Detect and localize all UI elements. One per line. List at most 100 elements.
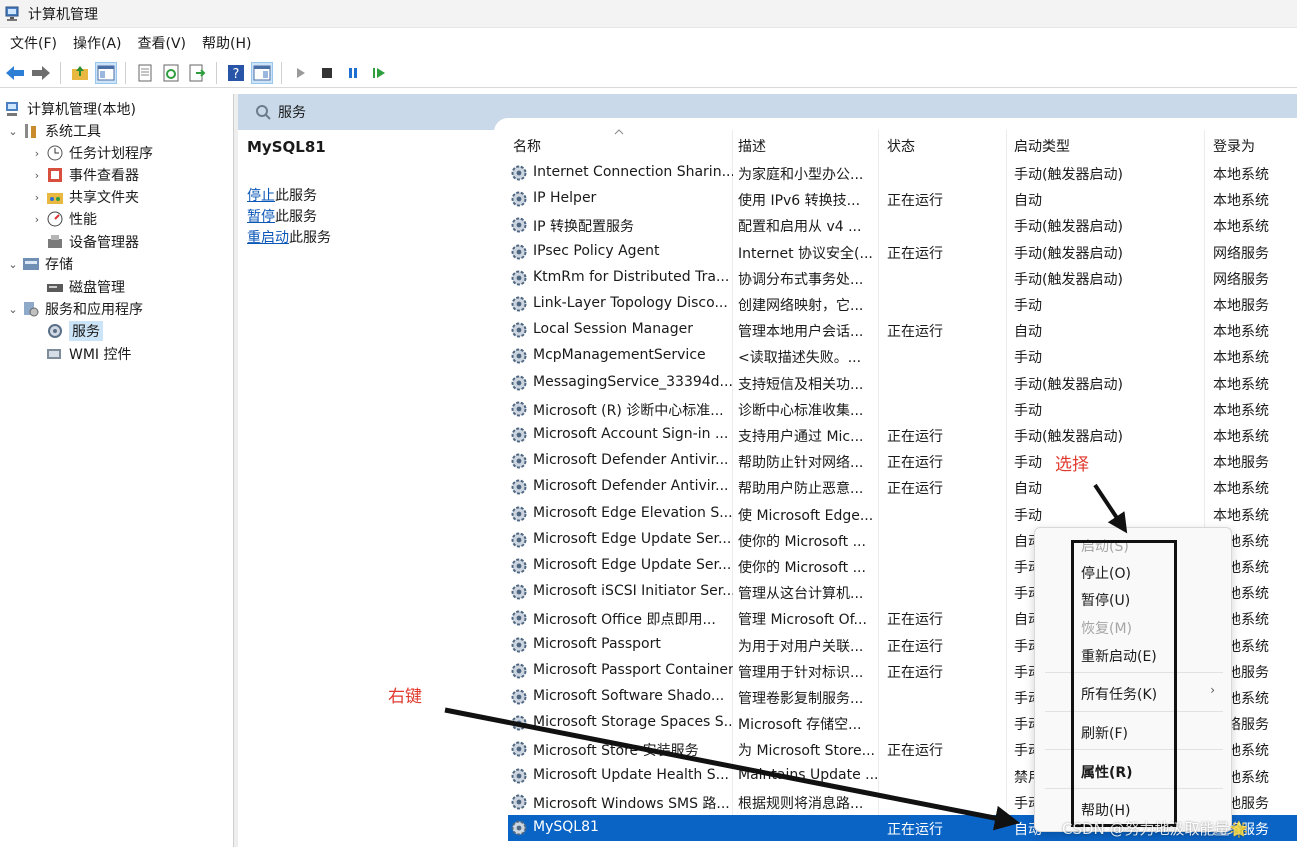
cell-startup-type: 手动(触发器启动) [1014,245,1123,262]
tree-node-label: WMI 控件 [69,347,132,363]
show-action-pane-button[interactable] [251,61,273,84]
cell-startup-type: 自动 [1014,193,1042,210]
service-gear-icon [511,584,527,600]
cell-description: 管理本地用户会话... [738,324,864,341]
cell-description: 支持短信及相关功... [738,376,864,393]
tree-node[interactable]: 服务 [30,320,103,342]
pause-service-link[interactable]: 暂停 [247,209,275,225]
menu-action[interactable]: 操作(A) [67,33,132,53]
menu-view[interactable]: 查看(V) [132,33,197,53]
tree-node[interactable]: › 性能 [30,208,97,230]
menu-file[interactable]: 文件(F) [4,33,67,53]
tree-node[interactable]: 设备管理器 [30,231,139,253]
forward-button[interactable] [30,62,52,84]
collapse-chevron-icon[interactable]: › [30,213,44,226]
collapse-chevron-icon[interactable]: › [30,191,44,204]
cell-status: 正在运行 [887,193,943,210]
cell-name: Microsoft Office 即点即用... [533,612,716,629]
table-row[interactable]: Link-Layer Topology Disco... 创建网络映射，它... 手… [508,291,1297,317]
cell-description: Internet 协议安全(... [738,245,873,262]
table-row[interactable]: IP Helper 使用 IPv6 转换技... 正在运行 自动 本地系统 [508,186,1297,212]
cell-name: Microsoft Passport [533,635,661,652]
cell-startup-type: 手动 [1014,455,1042,472]
properties-toolbar-button[interactable] [134,62,156,84]
services-apps-icon [24,302,39,317]
service-gear-icon [511,244,527,260]
tree-node[interactable]: 磁盘管理 [30,276,125,298]
cell-description: Microsoft 存储空... [738,717,862,734]
cell-log-on-as: 本地系统 [1213,507,1269,524]
table-row[interactable]: Microsoft (R) 诊断中心标准... 诊断中心标准收集... 手动 本地系统 [508,396,1297,422]
tree-node[interactable]: WMI 控件 [30,343,132,365]
restart-service-button[interactable] [368,62,390,84]
svg-text:?: ? [233,67,240,82]
column-header-name[interactable]: 名称 [513,134,541,158]
action-pane-icon [253,65,271,80]
cell-log-on-as: 本地系统 [1213,324,1269,341]
toolbar-separator [125,61,126,84]
cell-startup-type: 手动(触发器启动) [1014,376,1123,393]
tree-node[interactable]: 计算机管理(本地) [2,98,136,120]
cell-log-on-as: 本地系统 [1213,376,1269,393]
expand-chevron-icon[interactable]: ⌄ [6,303,20,316]
table-row[interactable]: IPsec Policy Agent Internet 协议安全(... 正在运行 手… [508,239,1297,265]
tree-node[interactable]: › 事件查看器 [30,164,139,186]
cell-status: 正在运行 [887,664,943,681]
tree-node-label: 共享文件夹 [69,190,139,206]
table-row[interactable]: MessagingService_33394d... 支持短信及相关功... 手动(… [508,370,1297,396]
service-gear-icon [511,479,527,495]
refresh-toolbar-button[interactable] [160,62,182,84]
table-row[interactable]: Microsoft Defender Antivir... 帮助用户防止恶意...… [508,474,1297,500]
cell-startup-type: 手动 [1014,298,1042,314]
start-service-button[interactable] [290,62,312,84]
service-gear-icon [511,296,527,312]
table-row[interactable]: Microsoft Edge Elevation S... 使 Microsoft… [508,501,1297,527]
pause-service-button[interactable] [342,62,364,84]
show-hide-tree-button[interactable] [95,61,117,84]
back-button[interactable] [4,62,26,84]
table-row[interactable]: Microsoft Account Sign-in ... 支持用户通过 Mic.… [508,422,1297,448]
column-header-status[interactable]: 状态 [887,134,915,158]
restart-service-link[interactable]: 重启动 [247,230,289,246]
stop-service-link[interactable]: 停止 [247,188,275,204]
cell-name: Microsoft Update Health S... [533,766,729,783]
collapse-chevron-icon[interactable]: › [30,169,44,182]
tree-node[interactable]: › 共享文件夹 [30,186,139,208]
table-row[interactable]: IP 转换配置服务 配置和启用从 v4 ... 手动(触发器启动) 本地系统 [508,212,1297,238]
tree-node[interactable]: › 任务计划程序 [30,142,153,164]
cell-name: Microsoft Account Sign-in ... [533,426,729,442]
stop-service-button[interactable] [316,62,338,84]
menu-help[interactable]: 帮助(H) [196,33,261,53]
cell-name: McpManagementService [533,347,706,364]
up-level-button[interactable] [69,62,91,84]
tree-node[interactable]: ⌄ 系统工具 [6,120,101,142]
cell-log-on-as: 本地系统 [1213,350,1269,367]
cell-status: 正在运行 [887,612,943,629]
cell-description: 使你的 Microsoft ... [738,533,866,550]
column-header-startup-type[interactable]: 启动类型 [1014,134,1070,158]
table-row[interactable]: Microsoft Defender Antivir... 帮助防止针对网络...… [508,448,1297,474]
tree-node[interactable]: ⌄ 存储 [6,253,73,275]
export-list-button[interactable] [186,62,208,84]
arrow-right-icon [32,65,50,80]
cell-log-on-as: 网络服务 [1213,245,1269,262]
column-header-log-on-as[interactable]: 登录为 [1213,134,1255,158]
column-header-description[interactable]: 描述 [738,134,766,158]
expand-chevron-icon[interactable]: ⌄ [6,258,20,271]
service-gear-icon [511,741,527,757]
help-toolbar-button[interactable]: ? [225,62,247,84]
collapse-chevron-icon[interactable]: › [30,147,44,160]
arrow-left-icon [6,65,24,80]
table-row[interactable]: KtmRm for Distributed Tra... 协调分布式事务处... 手… [508,265,1297,291]
expand-chevron-icon[interactable]: ⌄ [6,125,20,138]
tools-icon [25,124,36,138]
cell-name: Microsoft Edge Update Ser... [533,530,732,547]
cell-log-on-as: 本地系统 [1213,429,1269,445]
service-gear-icon [511,453,527,469]
table-row[interactable]: McpManagementService <读取描述失败。... 手动 本地系统 [508,343,1297,369]
play-icon [297,67,305,78]
table-row[interactable]: Local Session Manager 管理本地用户会话... 正在运行 自动 本地… [508,317,1297,343]
table-row[interactable]: Internet Connection Sharin... 为家庭和小型办公...… [508,160,1297,186]
tree-node[interactable]: ⌄ 服务和应用程序 [6,298,143,320]
storage-icon [23,258,39,270]
